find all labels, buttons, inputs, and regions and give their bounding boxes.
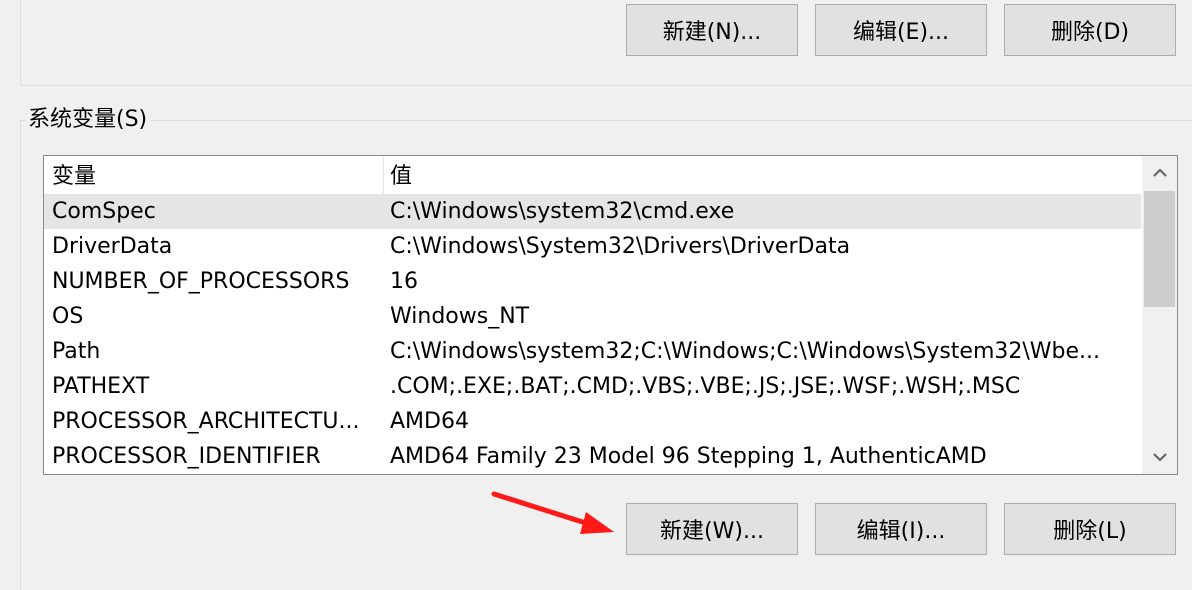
user-new-button[interactable]: 新建(N)...: [626, 4, 798, 56]
list-row[interactable]: DriverData C:\Windows\System32\Drivers\D…: [44, 229, 1141, 264]
user-edit-button[interactable]: 编辑(E)...: [815, 4, 987, 56]
chevron-up-icon[interactable]: [1142, 156, 1177, 190]
variable-value: 16: [390, 269, 418, 294]
variable-name: Path: [52, 339, 101, 364]
column-header-value[interactable]: 值: [384, 156, 1141, 194]
variable-name: DriverData: [52, 234, 173, 259]
variable-name: PROCESSOR_ARCHITECTU...: [52, 409, 360, 434]
system-delete-button[interactable]: 删除(L): [1004, 503, 1176, 555]
column-header-variable[interactable]: 变量: [44, 156, 384, 194]
scrollbar-thumb[interactable]: [1144, 191, 1175, 307]
variable-value: AMD64 Family 23 Model 96 Stepping 1, Aut…: [390, 444, 987, 469]
variable-name: PATHEXT: [52, 374, 150, 399]
variable-value: AMD64: [390, 409, 469, 434]
list-header: 变量 值: [44, 156, 1141, 194]
list-row[interactable]: Path C:\Windows\system32;C:\Windows;C:\W…: [44, 334, 1141, 369]
list-row[interactable]: NUMBER_OF_PROCESSORS 16: [44, 264, 1141, 299]
variable-name: PROCESSOR_IDENTIFIER: [52, 444, 321, 469]
list-row[interactable]: OS Windows_NT: [44, 299, 1141, 334]
list-row[interactable]: ComSpec C:\Windows\system32\cmd.exe: [44, 194, 1141, 229]
variable-value: C:\Windows\system32;C:\Windows;C:\Window…: [390, 339, 1101, 364]
system-new-button[interactable]: 新建(W)...: [626, 503, 798, 555]
vertical-scrollbar[interactable]: [1142, 156, 1177, 474]
list-body: ComSpec C:\Windows\system32\cmd.exe Driv…: [44, 194, 1141, 474]
list-row[interactable]: PROCESSOR_IDENTIFIER AMD64 Family 23 Mod…: [44, 439, 1141, 474]
variable-name: ComSpec: [52, 199, 156, 224]
variable-value: Windows_NT: [390, 304, 530, 329]
variable-value: C:\Windows\System32\Drivers\DriverData: [390, 234, 851, 259]
variable-value: C:\Windows\system32\cmd.exe: [390, 199, 735, 224]
system-edit-button[interactable]: 编辑(I)...: [815, 503, 987, 555]
variable-value: .COM;.EXE;.BAT;.CMD;.VBS;.VBE;.JS;.JSE;.…: [390, 374, 1021, 399]
red-arrow-icon: [491, 491, 614, 534]
system-variables-label: 系统变量(S): [26, 105, 152, 135]
chevron-down-icon[interactable]: [1142, 440, 1177, 474]
user-delete-button[interactable]: 删除(D): [1004, 4, 1176, 56]
variable-name: NUMBER_OF_PROCESSORS: [52, 269, 350, 294]
variable-name: OS: [52, 304, 84, 329]
list-row[interactable]: PATHEXT .COM;.EXE;.BAT;.CMD;.VBS;.VBE;.J…: [44, 369, 1141, 404]
system-variables-list[interactable]: 变量 值 ComSpec C:\Windows\system32\cmd.exe…: [43, 155, 1178, 475]
list-row[interactable]: PROCESSOR_ARCHITECTU... AMD64: [44, 404, 1141, 439]
